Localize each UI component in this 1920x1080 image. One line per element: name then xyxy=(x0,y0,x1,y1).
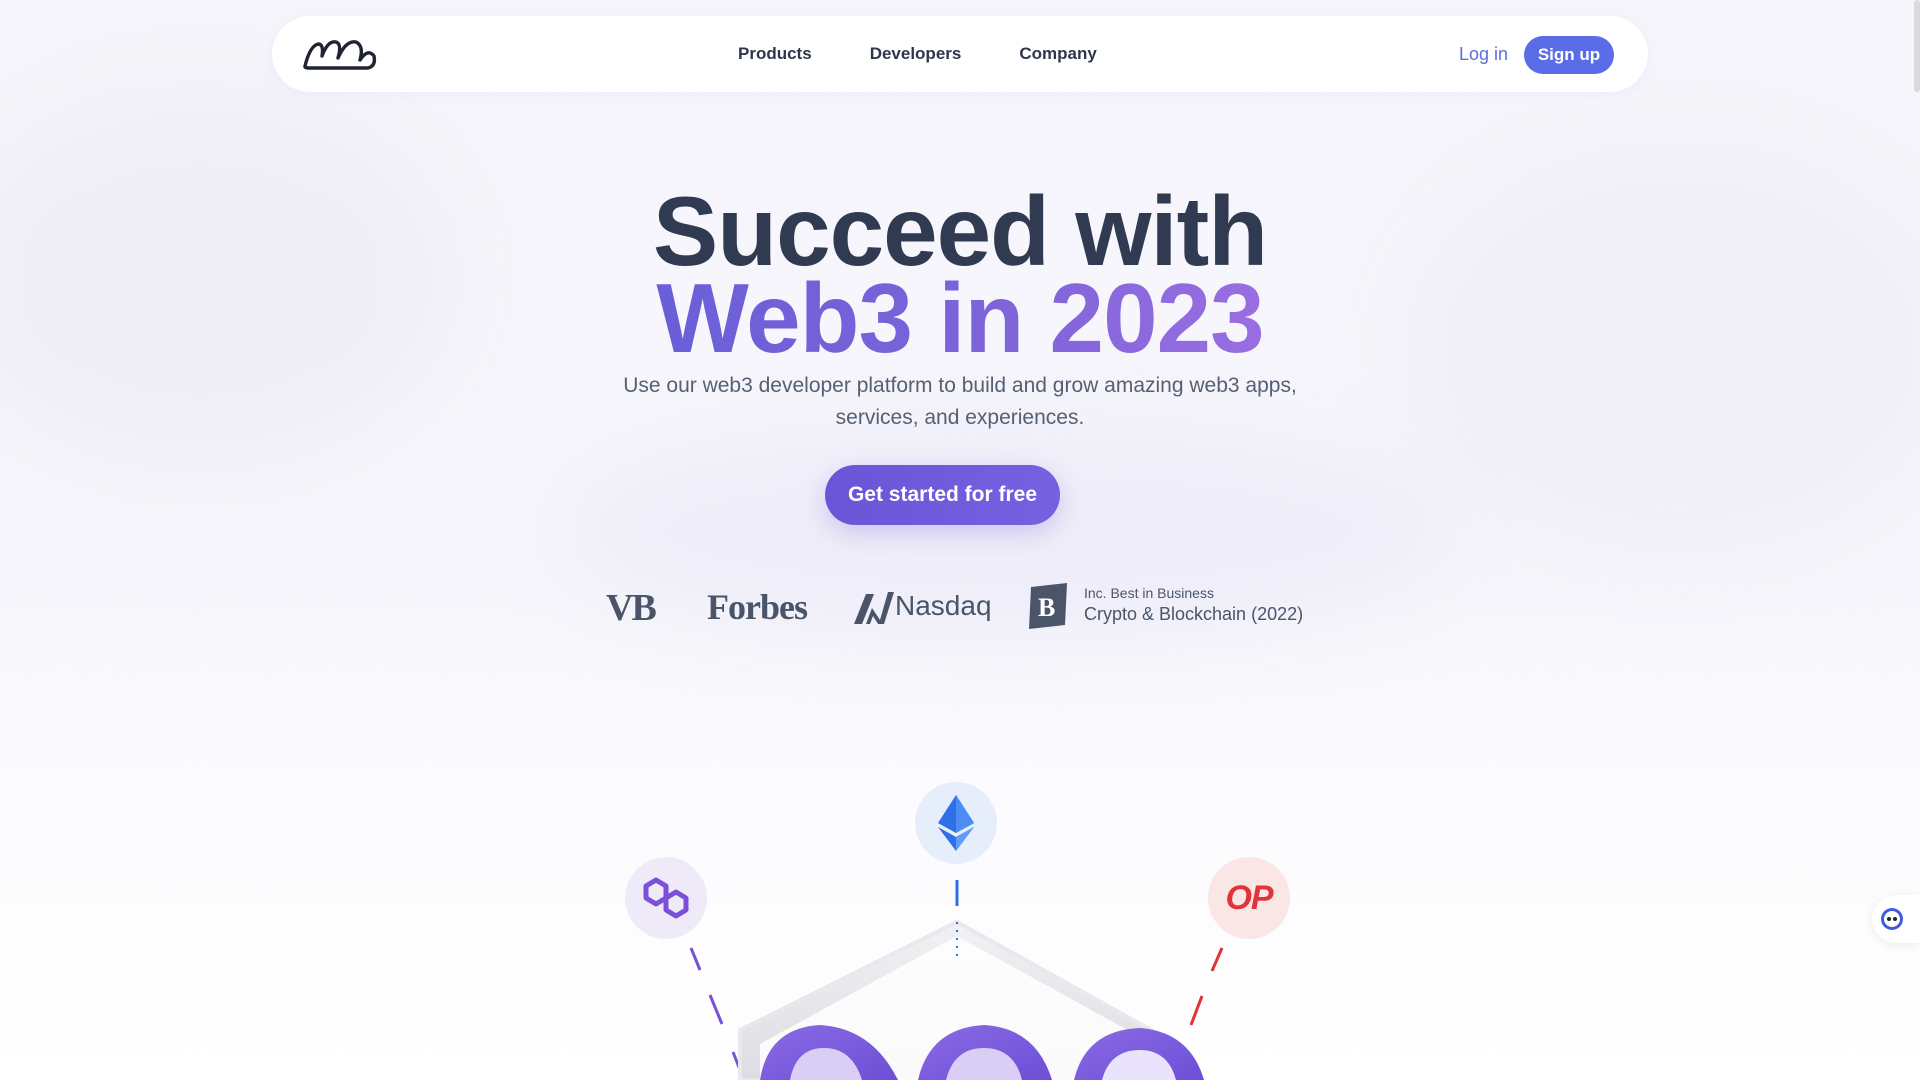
nasdaq-logo-icon xyxy=(854,592,894,624)
hero-title-gradient-text: Web3 in 2023 xyxy=(656,263,1264,373)
get-started-button[interactable]: Get started for free xyxy=(825,465,1060,525)
nav-developers-link[interactable]: Developers xyxy=(870,44,962,64)
hero-title-line2: Web3 in 2023 xyxy=(0,263,1920,373)
forbes-logo: Forbes xyxy=(707,587,808,627)
ethereum-badge xyxy=(915,782,997,864)
ethereum-icon xyxy=(938,795,974,851)
alchemy-logo-icon[interactable] xyxy=(302,36,378,72)
inc-award-subtitle: Inc. Best in Business xyxy=(1084,585,1214,601)
nav-links: Products Developers Company xyxy=(738,16,1097,92)
inc-award-badge-icon: B xyxy=(1029,583,1067,629)
svg-text:B: B xyxy=(1038,593,1055,622)
hero-subtitle: Use our web3 developer platform to build… xyxy=(623,374,1297,429)
platform-hub-illustration xyxy=(738,919,1204,1080)
top-navigation-bar: Products Developers Company Log in Sign … xyxy=(272,16,1648,92)
chat-widget-button[interactable] xyxy=(1872,895,1920,943)
chat-bot-icon xyxy=(1881,908,1903,930)
signup-button[interactable]: Sign up xyxy=(1524,36,1614,74)
venturebeat-logo: VB xyxy=(606,587,657,629)
nav-products-link[interactable]: Products xyxy=(738,44,812,64)
page-scrollbar[interactable] xyxy=(1914,0,1920,92)
nasdaq-logo-text: Nasdaq xyxy=(895,590,992,621)
nav-company-link[interactable]: Company xyxy=(1019,44,1096,64)
inc-award-title: Crypto & Blockchain (2022) xyxy=(1084,604,1304,624)
press-logos: VB Forbes Nasdaq B Inc. Best in Business… xyxy=(0,580,1920,650)
login-link[interactable]: Log in xyxy=(1459,44,1508,65)
